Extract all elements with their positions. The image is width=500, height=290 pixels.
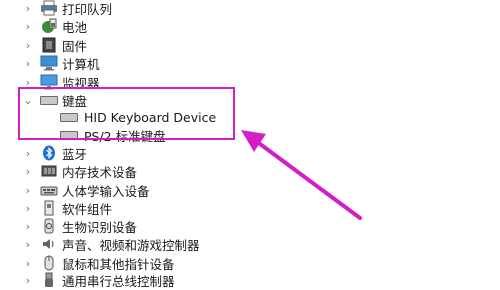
annotation-arrow [241, 130, 362, 220]
